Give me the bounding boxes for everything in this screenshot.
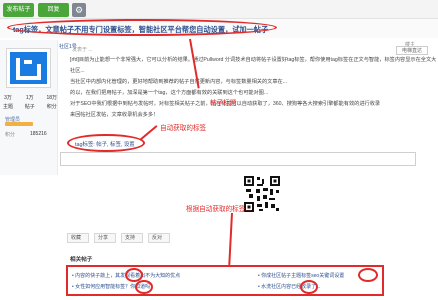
replies-label: 帖子: [24, 104, 35, 110]
related-annotation: 根据自动获取的标签...: [186, 206, 251, 213]
points-label-2: 积分: [5, 132, 16, 138]
related-item[interactable]: • 你成社区帖子主题标签seo关键词设置: [258, 272, 344, 279]
related-ring-3: [358, 268, 378, 282]
body-line: [rfd]目前为止能想一个非常强大，它可以分析的结果。通过Pullword 分词…: [70, 57, 437, 74]
related-highlight-box: [66, 265, 384, 296]
post-button[interactable]: 发布帖子: [3, 3, 34, 17]
tag-annotation: 自动获取的标签: [160, 125, 207, 132]
body-line: 的以，在我们把用帖子，加深是第一个tag，这个方面都有效的关联到这个也可能对图.…: [70, 90, 269, 96]
share-button[interactable]: 分享: [94, 233, 116, 243]
logo-icon: [10, 52, 47, 84]
rank-bar: [5, 122, 33, 126]
related-ring-2: [135, 280, 153, 294]
points-label: 积分: [46, 104, 57, 110]
tag-highlight-ring: [67, 134, 145, 152]
replies-count[interactable]: 1万: [26, 94, 34, 101]
title-highlight-ring: [7, 19, 277, 36]
topics-label: 主题: [3, 104, 14, 110]
post-time: 发表于 ...: [72, 47, 93, 53]
toolbar: 发布帖子 回复 ⚙: [0, 0, 438, 19]
avatar[interactable]: [6, 48, 51, 88]
topics-count[interactable]: 3万: [4, 94, 12, 101]
like-button[interactable]: 支持: [121, 233, 143, 243]
related-arrow: [228, 212, 233, 265]
tag-arrow: [139, 125, 158, 141]
related-header: 相关帖子: [70, 257, 93, 263]
floor-jump-button[interactable]: 电梯直达: [396, 46, 428, 55]
body-line: 对于SEO中我们根据中到帖与发帖时，对标签相关帖子之前，现在标签可以自动获取了，…: [70, 101, 381, 107]
points-value: 185216: [30, 131, 47, 137]
dislike-button[interactable]: 反对: [148, 233, 170, 243]
title-annotation: 帖子标题: [210, 100, 237, 107]
gear-icon[interactable]: ⚙: [72, 3, 86, 17]
related-ring-4: [300, 280, 318, 294]
body-line: 来回帖社区发帖，文章收录机会多多！: [70, 112, 159, 118]
post-body: [rfd]目前为止能想一个非常强大，它可以分析的结果。通过Pullword 分词…: [70, 55, 438, 121]
points-count[interactable]: 18万: [46, 94, 57, 101]
author-stats: 3万 主题 1万 帖子 18万 积分: [3, 94, 57, 110]
quick-reply-input[interactable]: [60, 152, 416, 166]
favorite-button[interactable]: 收藏: [67, 233, 89, 243]
body-line: 当社区中内部内化管理的，更好地帮助到推荐的帖子自然更新内容，与标签数量相关的文章…: [70, 79, 288, 85]
reply-button[interactable]: 回复: [38, 3, 69, 17]
